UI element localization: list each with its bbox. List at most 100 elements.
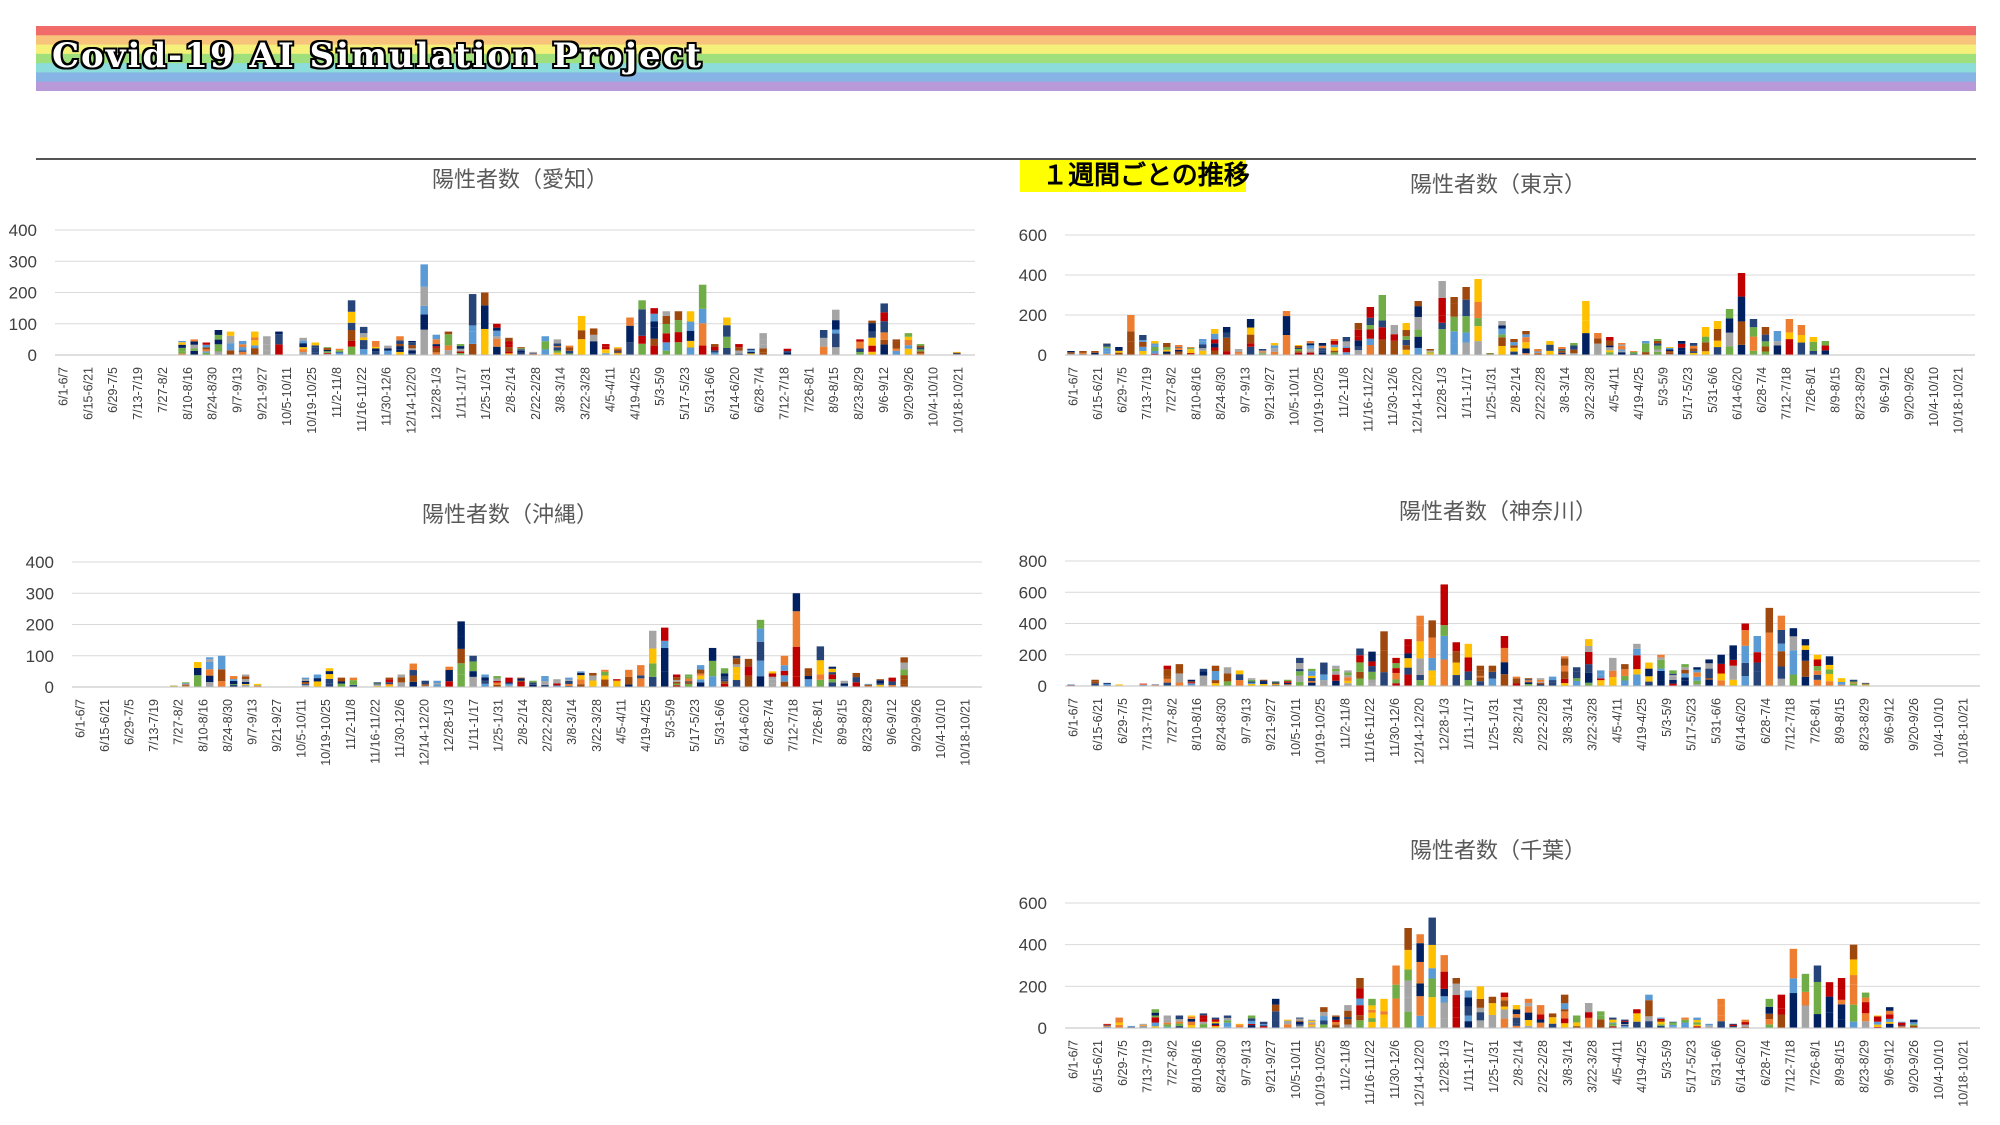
bar-segment (1320, 680, 1328, 686)
bar-segment (1356, 1015, 1364, 1021)
bar-stack (1548, 676, 1557, 686)
bar-segment (1234, 350, 1243, 352)
bar-segment (1741, 623, 1749, 631)
bar-segment (1729, 659, 1737, 666)
bar-segment (1488, 1014, 1497, 1028)
bar-segment (493, 330, 501, 337)
bar-segment (1416, 675, 1424, 681)
bar-stack (238, 340, 247, 355)
bar-segment (1861, 992, 1870, 998)
bar-segment (1677, 347, 1686, 351)
bar-segment (696, 679, 705, 683)
bar-segment (238, 340, 247, 345)
bar-segment (1618, 350, 1626, 353)
bar-segment (1283, 1020, 1292, 1025)
bar-segment (263, 350, 271, 355)
bar-stack (1306, 341, 1315, 355)
bar-segment (1669, 676, 1677, 680)
bar-segment (541, 341, 550, 350)
bar-segment (589, 675, 597, 681)
x-tick-label: 4/19-4/25 (1635, 1040, 1649, 1093)
bar-stack (553, 679, 561, 687)
bar-segment (493, 327, 501, 331)
bar-segment (1560, 994, 1569, 1004)
bar-segment (1318, 343, 1327, 346)
x-tick-label: 10/18-10/21 (952, 367, 966, 434)
bar-segment (517, 684, 525, 687)
bar-stack (469, 655, 477, 687)
bar-segment (1801, 639, 1810, 646)
bar-segment (1402, 339, 1410, 346)
bar-segment (457, 663, 465, 675)
bar-segment (638, 343, 646, 355)
bar-segment (1572, 678, 1581, 681)
bar-stack (1308, 668, 1316, 686)
bar-stack (250, 331, 259, 355)
x-tick-label: 5/3-5/9 (653, 367, 667, 406)
bar-segment (1139, 684, 1147, 685)
bar-segment (1765, 652, 1774, 686)
bar-stack (1765, 607, 1774, 686)
bar-segment (1404, 1011, 1412, 1028)
bar-segment (409, 670, 417, 676)
bar-segment (783, 348, 792, 352)
bar-segment (1597, 682, 1605, 686)
bar-segment (637, 678, 645, 687)
bar-segment (759, 344, 767, 349)
bar-segment (1524, 1002, 1533, 1007)
x-tick-label: 4/19-4/25 (1632, 367, 1646, 420)
bar-segment (577, 339, 586, 355)
bar-segment (275, 331, 283, 335)
bar-stack (205, 657, 214, 687)
bar-segment (804, 675, 813, 680)
bar-segment (445, 681, 453, 687)
x-tick-label: 6/29-7/5 (1116, 698, 1130, 744)
bar-segment (1115, 350, 1123, 353)
bar-segment (505, 341, 513, 345)
bar-segment (263, 344, 271, 351)
bar-segment (649, 669, 657, 677)
x-tick-label: 12/14-12/20 (1413, 698, 1427, 765)
x-tick-label: 10/4-10/10 (927, 367, 941, 427)
bar-segment (1512, 676, 1521, 679)
bar-segment (1259, 1023, 1268, 1025)
bar-segment (1677, 343, 1686, 348)
bar-segment (420, 314, 428, 330)
x-tick-label: 7/26-8/1 (1808, 698, 1822, 744)
x-tick-label: 10/18-10/21 (1957, 698, 1971, 765)
bar-segment (1476, 1020, 1485, 1028)
bar-stack (1725, 309, 1734, 355)
x-tick-label: 5/3-5/9 (1657, 367, 1671, 406)
bar-stack (601, 669, 609, 687)
bar-segment (1500, 674, 1509, 686)
bar-segment (1813, 1014, 1822, 1028)
bar-segment (1354, 350, 1363, 355)
bar-segment (828, 682, 837, 687)
bar-segment (1621, 664, 1629, 670)
bar-segment (1452, 642, 1461, 652)
bar-segment (720, 668, 729, 674)
bar-segment (1653, 345, 1662, 350)
bar-segment (541, 336, 550, 342)
bar-segment (313, 681, 322, 687)
bar-segment (1330, 339, 1339, 341)
bar-segment (311, 345, 320, 348)
bar-segment (1669, 1023, 1677, 1025)
bar-segment (852, 682, 860, 687)
bar-segment (493, 678, 501, 682)
bar-segment (1570, 343, 1578, 346)
bar-segment (420, 305, 428, 315)
bar-segment (517, 681, 525, 685)
bar-segment (1594, 343, 1602, 355)
bar-segment (708, 676, 717, 687)
bar-stack (1271, 998, 1280, 1028)
bar-segment (275, 344, 283, 355)
bar-segment (202, 344, 211, 348)
x-tick-label: 7/26-8/1 (1804, 367, 1818, 413)
x-tick-label: 5/3-5/9 (1660, 1040, 1674, 1079)
bar-segment (840, 680, 849, 684)
bar-segment (1584, 639, 1593, 646)
x-tick-label: 9/6-9/12 (1882, 1040, 1896, 1086)
bar-segment (1452, 978, 1461, 984)
bar-segment (720, 679, 729, 682)
